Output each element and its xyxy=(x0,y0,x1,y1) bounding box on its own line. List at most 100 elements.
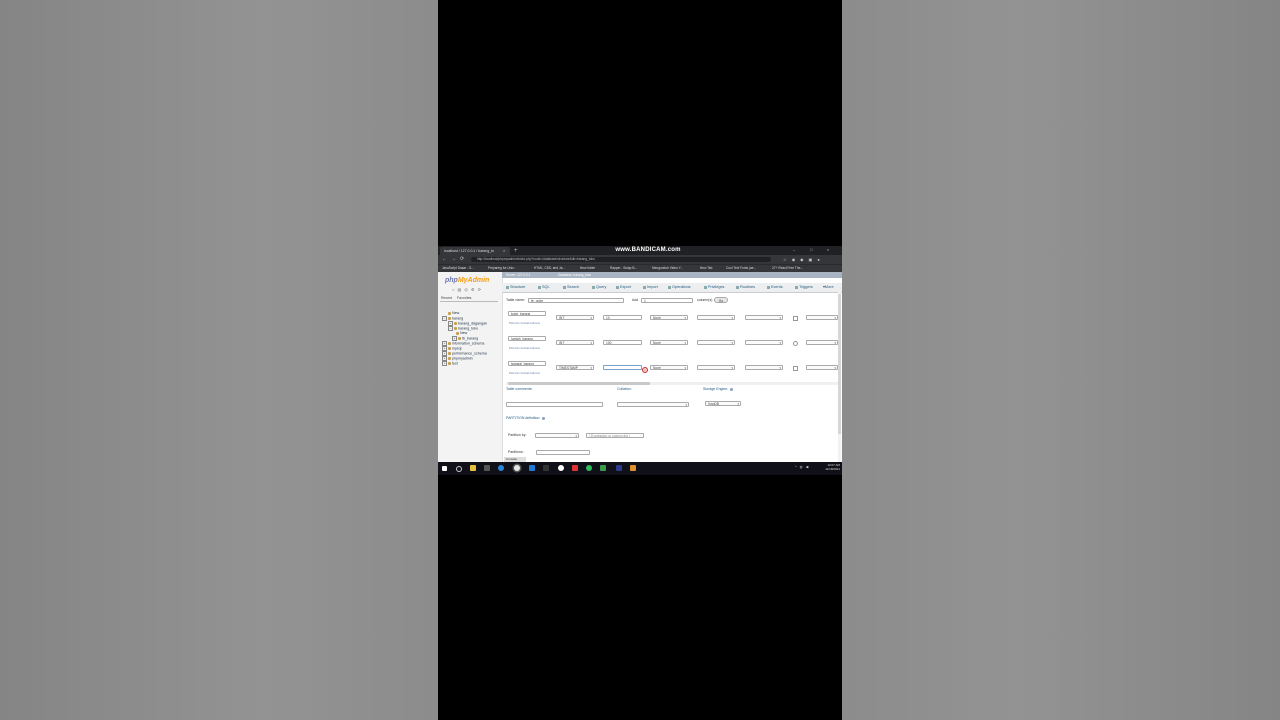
file-explorer-icon[interactable] xyxy=(470,465,476,471)
vscode-icon[interactable] xyxy=(529,465,535,471)
table-comments-input[interactable] xyxy=(506,402,603,407)
central-columns-link[interactable]: Pick from Central Columns xyxy=(509,372,540,375)
tab-export[interactable]: Export xyxy=(616,283,631,292)
null-checkbox[interactable] xyxy=(793,366,798,371)
store-icon[interactable] xyxy=(484,465,490,471)
central-columns-link[interactable]: Pick from Central Columns xyxy=(509,347,540,350)
tab-structure[interactable]: Structure xyxy=(506,283,525,292)
null-checkbox[interactable] xyxy=(793,316,798,321)
browser-tab[interactable]: localhost / 127.0.0.1 / barang_to xyxy=(440,247,510,255)
column-attributes-select[interactable] xyxy=(745,340,783,345)
nav-tool-icons[interactable]: ⌂ ▤ ◎ ⚙ ⟳ xyxy=(452,287,482,292)
tree-item-test[interactable]: + test xyxy=(442,361,458,366)
tab-routines[interactable]: Routines xyxy=(736,283,755,292)
help-icon[interactable] xyxy=(730,387,734,391)
bookmark-item[interactable]: Mengunduh Video Y... xyxy=(652,265,683,272)
search-icon[interactable] xyxy=(456,466,462,472)
xampp-icon[interactable] xyxy=(630,465,636,471)
phpmyadmin-logo[interactable]: phpMyAdmin xyxy=(445,277,489,284)
close-window-icon[interactable]: × xyxy=(827,246,829,254)
app-icon[interactable] xyxy=(616,465,622,471)
bookmark-item[interactable]: Rapper - Sulap B... xyxy=(610,265,637,272)
storage-engine-select[interactable]: InnoDB xyxy=(705,401,741,406)
partition-expression-input[interactable]: ( Expression or column list ) xyxy=(586,433,644,438)
help-icon[interactable] xyxy=(542,416,546,420)
back-icon[interactable]: ← xyxy=(442,255,447,264)
app-icon[interactable] xyxy=(600,465,606,471)
tab-search[interactable]: Search xyxy=(563,283,579,292)
column-name-input[interactable]: jumlah_barang xyxy=(508,336,546,341)
column-length-input[interactable]: 100 xyxy=(603,340,642,345)
central-columns-link[interactable]: Pick from Central Columns xyxy=(509,322,540,325)
column-length-input[interactable]: 10 xyxy=(603,315,642,320)
minimize-icon[interactable]: – xyxy=(793,246,795,254)
edge-icon[interactable] xyxy=(498,465,504,471)
column-attributes-select[interactable] xyxy=(745,365,783,370)
whatsapp-icon[interactable] xyxy=(586,465,592,471)
query-icon xyxy=(592,285,595,289)
tab-triggers[interactable]: Triggers xyxy=(795,283,813,292)
column-collation-select[interactable] xyxy=(697,315,735,320)
breadcrumb-database[interactable]: Database: barang_toko xyxy=(558,272,591,278)
tab-operations[interactable]: Operations xyxy=(668,283,691,292)
system-tray-icons[interactable]: ^ ◍ ◀ xyxy=(795,464,809,470)
column-length-input[interactable] xyxy=(603,365,642,370)
bookmark-item[interactable]: New folder xyxy=(580,265,595,272)
partition-by-select[interactable] xyxy=(535,433,579,438)
column-type-select[interactable]: TIMESTAMP xyxy=(556,365,594,370)
column-index-select[interactable] xyxy=(806,315,838,320)
maximize-icon[interactable]: □ xyxy=(810,246,812,254)
windows-start-icon[interactable] xyxy=(442,466,447,471)
forward-icon[interactable]: → xyxy=(451,255,456,264)
table-name-input[interactable]: tb_order xyxy=(528,298,624,303)
column-default-select[interactable]: None xyxy=(650,315,688,320)
bookmark-item[interactable]: Cool Text Fonts (ae... xyxy=(726,265,756,272)
tab-privileges[interactable]: Privileges xyxy=(704,283,724,292)
bookmark-item[interactable]: JavaScript Dasar - S... xyxy=(442,265,474,272)
column-index-select[interactable] xyxy=(806,340,838,345)
bookmark-item[interactable]: New Tab xyxy=(700,265,712,272)
primary-radio[interactable] xyxy=(793,341,798,346)
url-field[interactable]: http://localhost/phpmyadmin/index.php?ro… xyxy=(471,257,771,262)
recent-tab[interactable]: Recent xyxy=(441,296,452,300)
add-columns-input[interactable]: 1 xyxy=(641,298,693,303)
close-tab-icon[interactable]: × xyxy=(503,247,505,255)
column-name-input[interactable]: kode_barang xyxy=(508,311,546,316)
app-icon[interactable] xyxy=(572,465,578,471)
tab-label: Routines xyxy=(740,285,755,289)
tab-query[interactable]: Query xyxy=(592,283,606,292)
column-type-select[interactable]: INT xyxy=(556,315,594,320)
tab-more[interactable]: ▾More xyxy=(823,283,834,292)
tab-events[interactable]: Events xyxy=(767,283,783,292)
go-button[interactable]: Go xyxy=(714,297,728,303)
tab-import[interactable]: Import xyxy=(643,283,658,292)
favorites-tab[interactable]: Favorites xyxy=(457,296,471,300)
column-attributes-select[interactable] xyxy=(745,315,783,320)
column-type-select[interactable]: INT xyxy=(556,340,594,345)
column-index-select[interactable] xyxy=(806,365,838,370)
column-collation-select[interactable] xyxy=(697,365,735,370)
bookmark-item[interactable]: 27+ React Free The... xyxy=(772,265,803,272)
tab-sql[interactable]: SQL xyxy=(538,283,550,292)
clock[interactable]: 10:07 AM 11/18/2021 xyxy=(814,463,840,471)
expand-icon: + xyxy=(442,361,447,366)
collation-select[interactable] xyxy=(617,402,689,407)
extension-icons[interactable]: ☆ ◉ ◆ ▣ ● xyxy=(783,256,822,263)
column-name-input[interactable]: tanggal_barang xyxy=(508,361,546,366)
bookmark-item[interactable]: Preparing for Univ... xyxy=(488,265,516,272)
new-tab-button[interactable]: + xyxy=(514,247,518,255)
table-icon xyxy=(458,337,461,340)
chrome-icon[interactable] xyxy=(514,465,520,471)
bookmark-item[interactable]: HTML, CSS, and Ja... xyxy=(534,265,565,272)
app-icon[interactable] xyxy=(543,465,549,471)
tree-label: phpmyadmin xyxy=(452,356,473,361)
column-collation-select[interactable] xyxy=(697,340,735,345)
breadcrumb-server[interactable]: Server: 127.0.0.1 xyxy=(506,272,530,278)
scrollbar-thumb[interactable] xyxy=(508,382,650,385)
vertical-scrollbar-thumb[interactable] xyxy=(838,294,841,434)
app-icon[interactable] xyxy=(558,465,564,471)
partitions-input[interactable] xyxy=(536,450,590,455)
column-default-select[interactable]: None xyxy=(650,365,688,370)
reload-icon[interactable]: ⟳ xyxy=(460,255,464,264)
column-default-select[interactable]: None xyxy=(650,340,688,345)
